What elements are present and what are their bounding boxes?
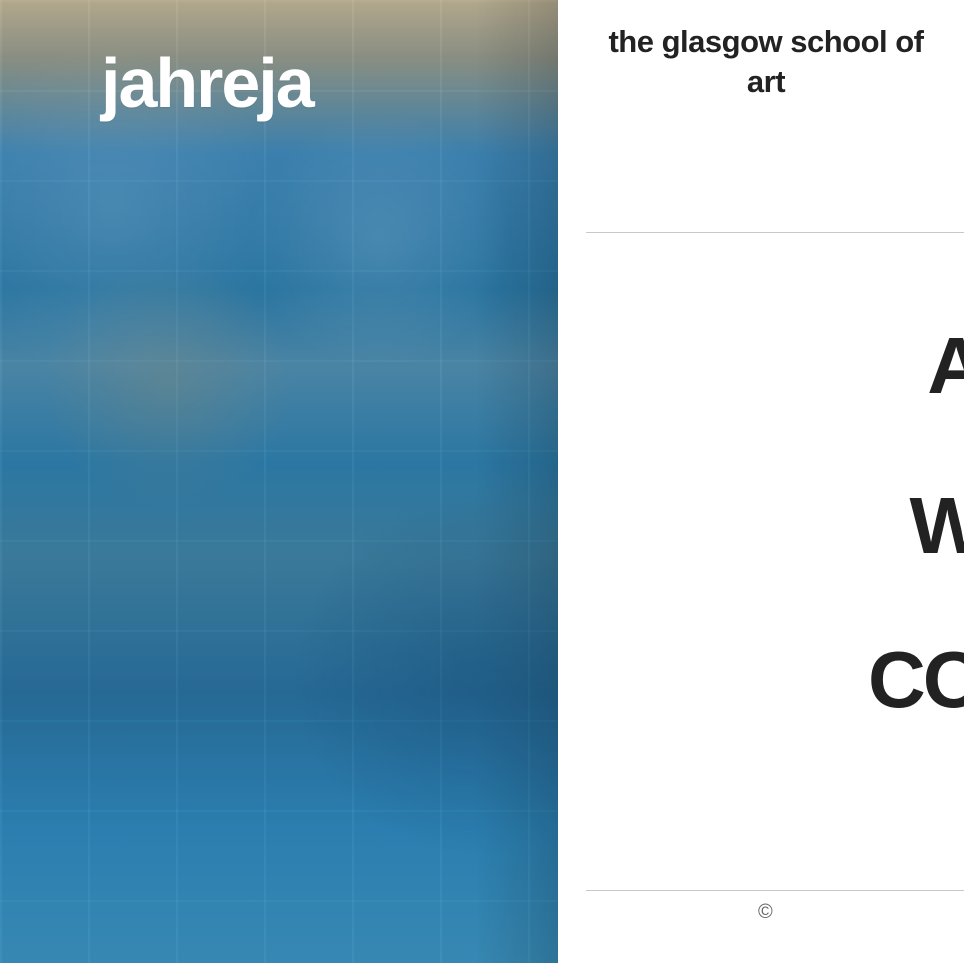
nav-item-w[interactable]: W bbox=[909, 486, 964, 566]
right-pane: the glasgow school of art A W CO © bbox=[558, 0, 964, 963]
brand-title: the glasgow school of art bbox=[608, 24, 924, 99]
hero-title: jahreja bbox=[101, 44, 315, 122]
nav-item-a[interactable]: A bbox=[927, 326, 964, 406]
hero-panel: jahreja bbox=[0, 0, 558, 963]
bottom-divider bbox=[586, 890, 964, 891]
nav-item-co[interactable]: CO bbox=[868, 640, 964, 720]
top-divider bbox=[586, 232, 964, 233]
copyright-text: © bbox=[758, 901, 773, 923]
